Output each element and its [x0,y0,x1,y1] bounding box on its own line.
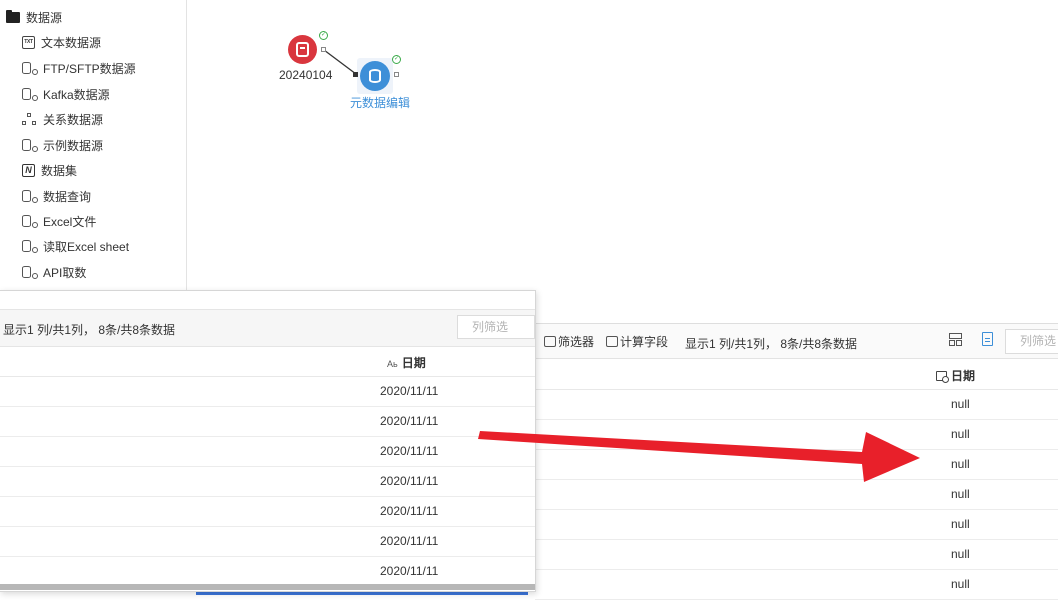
table-row: null [535,569,1058,600]
left-preview-status: 显示1 列/共1列， 8条/共8条数据 [3,323,176,337]
tree-item-label: Kafka数据源 [43,87,110,102]
table-row: null [535,389,1058,420]
tree-item-text-datasource[interactable]: TXT 文本数据源 [22,33,101,51]
input-port[interactable] [353,72,358,77]
tree-item-label: 数据查询 [43,189,92,204]
tree-root-label: 数据源 [26,10,63,25]
right-column-filter-input[interactable]: 列筛选 [1005,329,1058,354]
flow-node-source[interactable] [288,35,317,64]
tree-item-sample-datasource[interactable]: 示例数据源 [22,136,103,154]
filter-icon [544,336,556,347]
database-source-icon [296,42,309,57]
tree-item-api-fetch[interactable]: API取数 [22,263,86,281]
right-preview-status: 显示1 列/共1列， 8条/共8条数据 [685,337,858,351]
table-row: 2020/11/11 [0,526,535,557]
string-type-icon: Aь [387,359,398,369]
left-column-header-date[interactable]: Aь 日期 [387,354,426,371]
tree-item-data-query[interactable]: 数据查询 [22,187,91,205]
date-type-icon [936,370,949,383]
table-cell: 2020/11/11 [380,534,439,548]
dataset-icon: N [22,163,35,177]
filter-button-label: 筛选器 [558,335,595,349]
left-preview-panel: 显示1 列/共1列， 8条/共8条数据 列筛选 Aь 日期 2020/11/11 … [0,290,536,592]
table-row: null [535,479,1058,510]
tree-item-excel-file[interactable]: Excel文件 [22,212,96,230]
tree-item-read-excel-sheet[interactable]: 读取Excel sheet [22,237,129,255]
table-cell: 2020/11/11 [380,474,439,488]
right-table-header: 日期 [535,359,1058,390]
tree-item-label: Excel文件 [43,214,97,229]
left-table-header: Aь 日期 [0,346,535,377]
success-check-icon: ✓ [319,31,328,40]
calc-field-button[interactable]: 计算字段 [606,333,668,350]
horizontal-scrollbar[interactable] [0,584,535,590]
tree-item-label: 读取Excel sheet [43,239,130,254]
table-row: 2020/11/11 [0,436,535,467]
layout-icon[interactable] [949,333,962,346]
table-row: null [535,419,1058,450]
folder-icon [6,9,20,23]
database-icon [22,239,38,253]
database-icon [22,265,38,279]
tree-root-datasource[interactable]: 数据源 [6,9,62,25]
table-row: 2020/11/11 [0,406,535,437]
table-row: 2020/11/11 [0,376,535,407]
flow-node-metadata-edit[interactable] [357,58,393,94]
tree-item-kafka-datasource[interactable]: Kafka数据源 [22,85,110,103]
right-preview-toolbar: 筛选器 计算字段 显示1 列/共1列， 8条/共8条数据 列筛选 [535,324,1058,359]
database-icon [22,61,38,75]
table-cell: null [951,547,970,561]
database-icon [22,189,38,203]
left-preview-toolbar: 显示1 列/共1列， 8条/共8条数据 列筛选 [0,309,535,347]
tree-item-dataset[interactable]: N 数据集 [22,161,77,179]
database-icon [22,214,38,228]
filter-button[interactable]: 筛选器 [544,333,594,350]
table-cell: null [951,457,970,471]
left-column-name: 日期 [401,356,426,370]
target-node-label: 元数据编辑 [350,96,411,110]
tree-item-relational-datasource[interactable]: 关系数据源 [22,110,103,128]
tree-item-ftp-datasource[interactable]: FTP/SFTP数据源 [22,59,136,77]
tree-item-label: FTP/SFTP数据源 [43,61,136,76]
output-port[interactable] [394,72,399,77]
datasource-tree: 数据源 TXT 文本数据源 FTP/SFTP数据源 Kafka数据源 关系数据源… [0,0,187,290]
calc-field-button-label: 计算字段 [620,335,669,349]
right-column-header-date[interactable]: 日期 [936,367,975,384]
table-cell: null [951,577,970,591]
tree-item-label: 关系数据源 [43,112,104,127]
table-cell: 2020/11/11 [380,444,439,458]
metadata-edit-icon [360,61,390,91]
table-row: 2020/11/11 [0,466,535,497]
table-row: null [535,539,1058,570]
table-cell: null [951,397,970,411]
table-cell: null [951,517,970,531]
right-column-name: 日期 [951,369,976,383]
document-icon[interactable] [982,332,993,346]
calc-field-icon [606,336,618,347]
source-node-label: 20240104 [279,68,333,82]
tree-item-label: 示例数据源 [43,138,104,153]
table-row: null [535,449,1058,480]
table-cell: null [951,427,970,441]
table-row: 2020/11/11 [0,556,535,587]
table-row: 2020/11/11 [0,496,535,527]
table-cell: 2020/11/11 [380,384,439,398]
text-file-icon: TXT [22,35,35,49]
right-preview-panel: 筛选器 计算字段 显示1 列/共1列， 8条/共8条数据 列筛选 日期 null… [535,323,1058,600]
tree-item-label: 文本数据源 [41,35,102,50]
database-icon [22,87,38,101]
output-port[interactable] [321,47,326,52]
table-cell: 2020/11/11 [380,414,439,428]
table-cell: null [951,487,970,501]
success-check-icon: ✓ [392,55,401,64]
relational-icon [22,112,37,126]
table-row: null [535,509,1058,540]
left-column-filter-input[interactable]: 列筛选 [457,315,535,339]
tree-item-label: API取数 [43,265,87,280]
table-cell: 2020/11/11 [380,564,439,578]
database-icon [22,138,38,152]
tree-item-label: 数据集 [41,163,78,178]
table-cell: 2020/11/11 [380,504,439,518]
